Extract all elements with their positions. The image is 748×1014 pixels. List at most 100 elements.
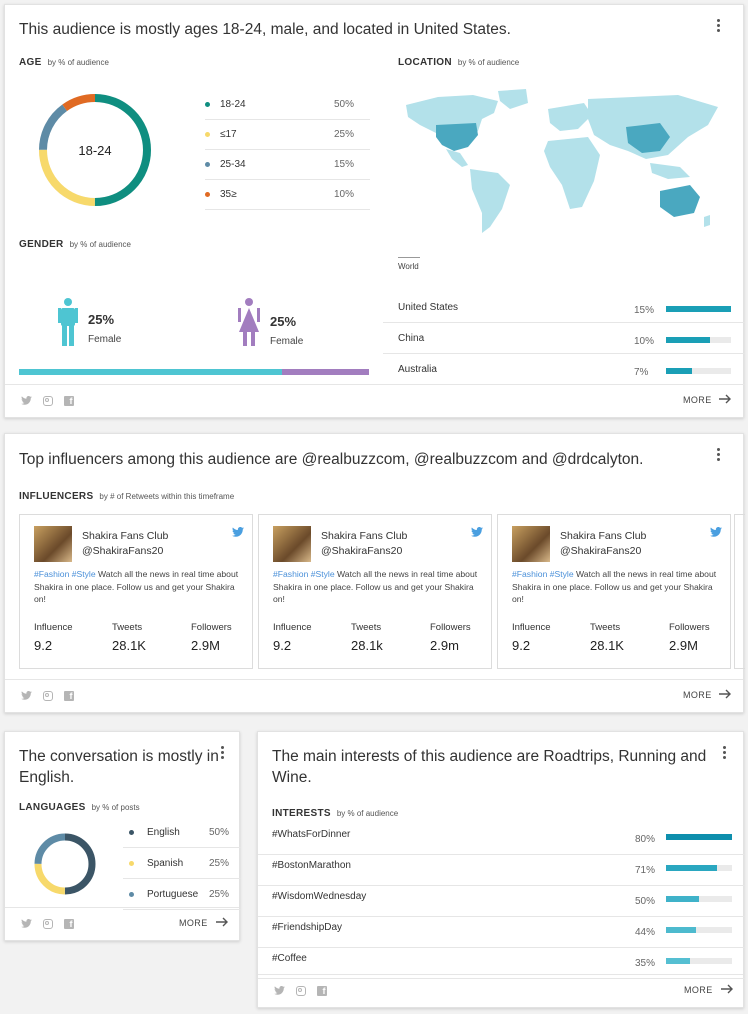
map-divider bbox=[398, 257, 420, 258]
interest-row[interactable]: #WhatsForDinner 80% bbox=[258, 824, 745, 855]
interests-footer: f MORE bbox=[258, 974, 743, 1007]
interest-row[interactable]: #BostonMarathon 71% bbox=[258, 855, 745, 886]
stat-value: 2.9M bbox=[191, 638, 220, 653]
stat-label: Tweets bbox=[112, 622, 143, 633]
interests-section-title: INTERESTS by % of audience bbox=[272, 808, 398, 819]
facebook-icon[interactable]: f bbox=[63, 918, 74, 929]
location-section-title: LOCATION by % of audience bbox=[398, 57, 519, 68]
location-bar-track bbox=[666, 306, 731, 312]
interest-row[interactable]: #FriendshipDay 44% bbox=[258, 917, 745, 948]
twitter-icon[interactable] bbox=[21, 395, 32, 406]
legend-label: ≤17 bbox=[220, 129, 237, 140]
legend-dot bbox=[205, 132, 210, 137]
world-map[interactable] bbox=[398, 85, 738, 245]
location-value: 15% bbox=[634, 305, 655, 316]
language-legend-item: English 50% bbox=[123, 817, 241, 848]
location-title: LOCATION bbox=[398, 57, 452, 68]
arrow-right-icon[interactable] bbox=[718, 687, 732, 701]
twitter-icon[interactable] bbox=[274, 985, 285, 996]
legend-dot bbox=[129, 860, 134, 866]
instagram-icon[interactable] bbox=[42, 395, 53, 406]
location-row[interactable]: China 10% bbox=[383, 323, 745, 354]
influencer-tags[interactable]: #Fashion #Style bbox=[273, 569, 335, 579]
interests-menu-icon[interactable] bbox=[719, 746, 729, 760]
twitter-icon[interactable] bbox=[710, 527, 722, 537]
age-legend-item: 25-34 15% bbox=[205, 150, 370, 180]
stat-label: Influence bbox=[512, 622, 551, 633]
influencer-bio: #Fashion #Style Watch all the news in re… bbox=[34, 568, 244, 606]
influencers-footer: f MORE bbox=[5, 679, 743, 712]
location-value: 7% bbox=[634, 367, 649, 378]
languages-menu-icon[interactable] bbox=[217, 746, 227, 760]
influencer-card[interactable]: Shakira Fans Club @ShakiraFans20 #Fashion … bbox=[497, 514, 731, 669]
male-icon bbox=[58, 298, 78, 346]
interest-bar-track bbox=[666, 958, 732, 964]
male-percentage: 25% bbox=[88, 312, 115, 327]
languages-footer: f MORE bbox=[5, 907, 239, 940]
stat-value: 28.1K bbox=[590, 638, 624, 653]
languages-donut-chart bbox=[34, 833, 96, 895]
interest-value: 71% bbox=[635, 865, 656, 876]
stat-value: 2.9M bbox=[669, 638, 698, 653]
gender-title: GENDER bbox=[19, 239, 64, 250]
influencer-card-peek[interactable] bbox=[734, 514, 745, 669]
instagram-icon[interactable] bbox=[295, 985, 306, 996]
influencers-section-title: INFLUENCERS by # of Retweets within this … bbox=[19, 491, 234, 502]
location-label: China bbox=[398, 333, 425, 344]
map-scope-label: World bbox=[398, 262, 419, 271]
language-legend-item: Portuguese 25% bbox=[123, 879, 241, 910]
influencer-tags[interactable]: #Fashion #Style bbox=[512, 569, 574, 579]
languages-section-title: LANGUAGES by % of posts bbox=[19, 802, 140, 813]
arrow-right-icon[interactable] bbox=[720, 982, 734, 996]
interests-headline: The main interests of this audience are … bbox=[272, 748, 707, 786]
legend-value: 10% bbox=[333, 189, 354, 200]
stat-value: 28.1k bbox=[351, 638, 383, 653]
influencer-handle: @ShakiraFans20 bbox=[82, 545, 164, 557]
influencer-card[interactable]: Shakira Fans Club @ShakiraFans20 #Fashion … bbox=[19, 514, 253, 669]
location-bar bbox=[666, 306, 731, 312]
stat-label: Influence bbox=[34, 622, 73, 633]
interest-bar bbox=[666, 865, 718, 871]
interest-row[interactable]: #WisdomWednesday 50% bbox=[258, 886, 745, 917]
gender-subtitle: by % of audience bbox=[69, 240, 131, 249]
audience-footer: f MORE bbox=[5, 384, 743, 417]
languages-more-link[interactable]: MORE bbox=[179, 918, 208, 928]
twitter-icon[interactable] bbox=[21, 918, 32, 929]
facebook-icon[interactable]: f bbox=[63, 395, 74, 406]
facebook-icon[interactable]: f bbox=[316, 985, 327, 996]
twitter-icon[interactable] bbox=[21, 690, 32, 701]
legend-value: 15% bbox=[333, 159, 354, 170]
stat-value: 28.1K bbox=[112, 638, 146, 653]
twitter-icon[interactable] bbox=[232, 527, 244, 537]
legend-label: 35≥ bbox=[220, 189, 237, 200]
interests-more-link[interactable]: MORE bbox=[684, 985, 713, 995]
arrow-right-icon[interactable] bbox=[215, 915, 229, 929]
avatar bbox=[34, 526, 72, 562]
location-row[interactable]: Australia 7% bbox=[383, 354, 745, 385]
influencers-subtitle: by # of Retweets within this timeframe bbox=[99, 492, 235, 501]
instagram-icon[interactable] bbox=[42, 690, 53, 701]
influencer-name: Shakira Fans Club bbox=[560, 530, 647, 542]
interest-bar bbox=[666, 896, 699, 902]
audience-more-link[interactable]: MORE bbox=[683, 395, 712, 405]
influencer-tags[interactable]: #Fashion #Style bbox=[34, 569, 96, 579]
legend-value: 50% bbox=[333, 99, 354, 110]
influencers-menu-icon[interactable] bbox=[713, 448, 723, 462]
location-row[interactable]: United States 15% bbox=[383, 292, 745, 323]
interest-bar-track bbox=[666, 927, 732, 933]
influencer-card[interactable]: Shakira Fans Club @ShakiraFans20 #Fashion … bbox=[258, 514, 492, 669]
location-bar-track bbox=[666, 368, 731, 374]
legend-value: 50% bbox=[208, 826, 229, 838]
interest-label: #FriendshipDay bbox=[272, 922, 343, 933]
influencers-more-link[interactable]: MORE bbox=[683, 690, 712, 700]
influencers-card: Top influencers among this audience are … bbox=[4, 433, 745, 713]
audience-menu-icon[interactable] bbox=[713, 19, 723, 33]
age-center-label: 18-24 bbox=[78, 143, 111, 158]
instagram-icon[interactable] bbox=[42, 918, 53, 929]
facebook-icon[interactable]: f bbox=[63, 690, 74, 701]
twitter-icon[interactable] bbox=[471, 527, 483, 537]
location-bar bbox=[666, 337, 710, 343]
gender-section-title: GENDER by % of audience bbox=[19, 239, 131, 250]
arrow-right-icon[interactable] bbox=[718, 392, 732, 406]
interests-list: #WhatsForDinner 80% #BostonMarathon 71% #Wis… bbox=[258, 824, 745, 979]
